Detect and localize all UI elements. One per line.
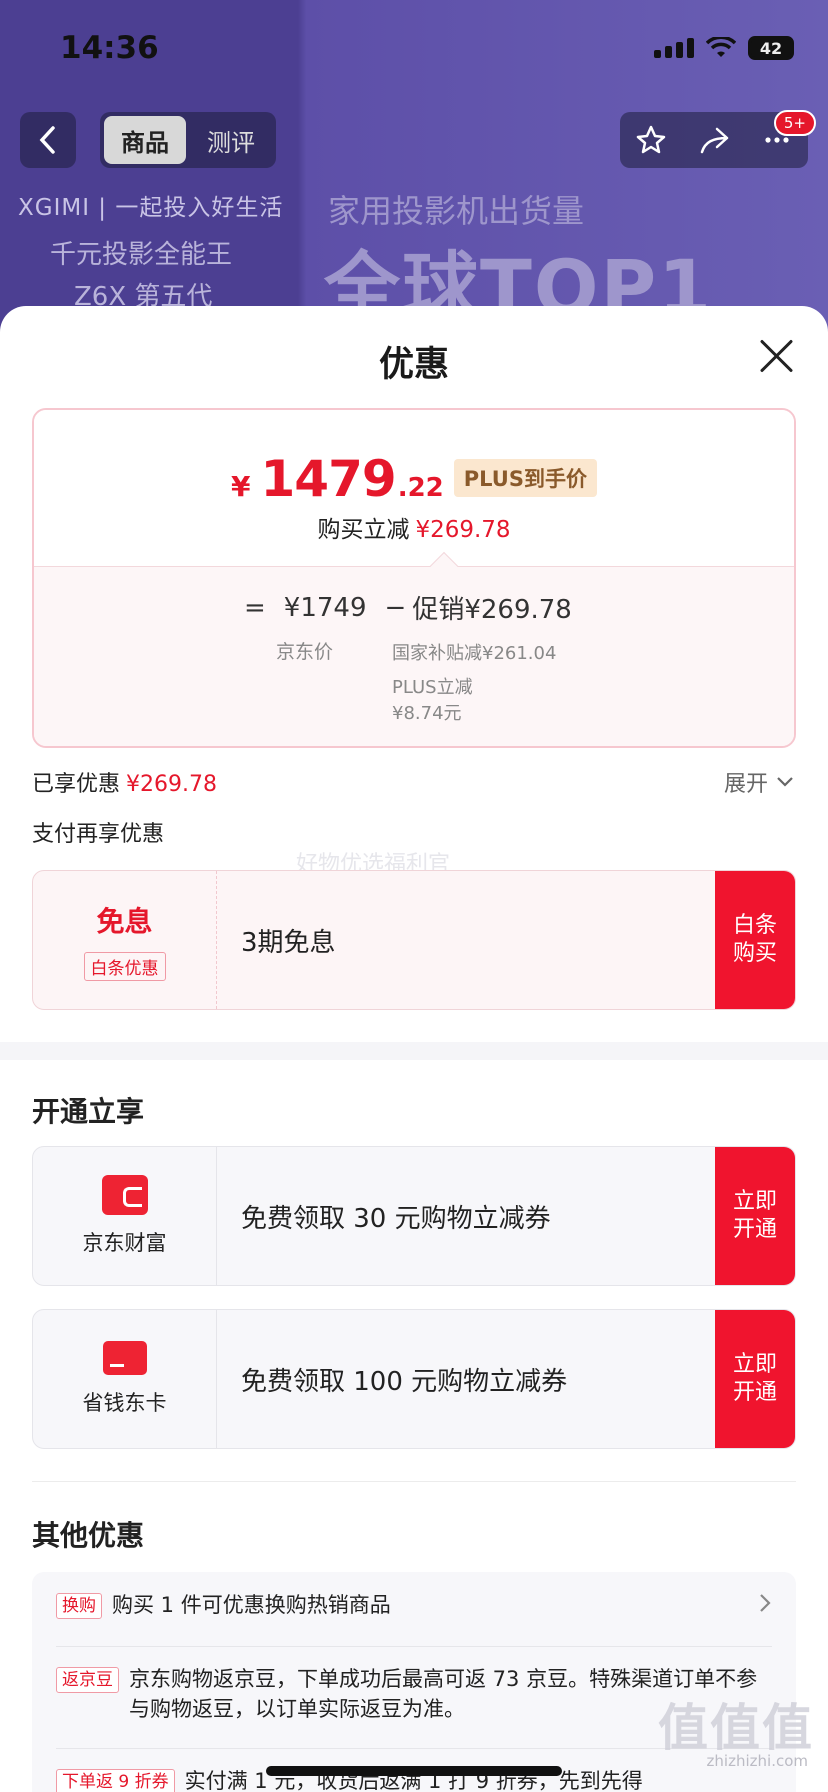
star-icon[interactable] (634, 123, 668, 157)
currency-symbol: ¥ (231, 470, 251, 503)
wallet-icon (101, 1175, 148, 1215)
tab-review[interactable]: 测评 (190, 116, 272, 164)
subsidy-label: 国家补贴减¥261.04 (392, 643, 557, 664)
site-url-watermark: zhizhizhi.com (706, 1752, 808, 1770)
saver-card-desc: 免费领取 100 元购物立减券 (241, 1366, 568, 1397)
price-breakdown-card: ¥ 1479 .22 PLUS到手价 购买立减 ¥269.78 = ¥1749 −… (32, 408, 796, 748)
chevron-left-icon (39, 126, 55, 154)
back-button[interactable] (20, 112, 76, 168)
price-formula: = ¥1749 − 促销¥269.78 (244, 589, 572, 626)
expand-label: 展开 (723, 772, 768, 797)
divider (56, 1646, 772, 1647)
close-icon[interactable] (758, 338, 794, 374)
home-indicator[interactable] (266, 1766, 562, 1776)
plus-reduction-value: ¥8.74元 (392, 703, 462, 724)
other-section-title: 其他优惠 (32, 1519, 145, 1552)
jd-price-label: 京东价 (276, 641, 334, 663)
purchase-reduction: 购买立减 ¥269.78 (34, 510, 794, 544)
wifi-icon (706, 37, 736, 57)
installment-desc: 3期免息 (241, 927, 336, 958)
reduction-label: 购买立减 (317, 517, 410, 543)
equals-sign: = (244, 592, 266, 623)
minus-sign: − (384, 592, 407, 623)
jd-finance-open-button[interactable]: 立即开通 (715, 1147, 795, 1285)
trade-in-tag: 换购 (56, 1593, 102, 1619)
pay-more-heading: 支付再享优惠 (32, 822, 165, 847)
list-item[interactable]: 换购 购买 1 件可优惠换购热销商品 (56, 1590, 772, 1620)
jd-finance-offer-card[interactable]: 京东财富 免费领取 30 元购物立减券 立即开通 (32, 1146, 796, 1286)
reduction-value: ¥269.78 (415, 517, 511, 543)
baitiao-tag: 白条优惠 (83, 951, 166, 981)
jd-finance-desc: 免费领取 30 元购物立减券 (241, 1203, 551, 1234)
baitiao-buy-button[interactable]: 白条购买 (715, 871, 795, 1009)
plus-reduction-title: PLUS立减 (392, 677, 473, 698)
trade-in-text: 购买 1 件可优惠换购热销商品 (112, 1593, 391, 1617)
battery-icon: 42 (748, 36, 794, 60)
divider (32, 1481, 796, 1482)
promo-value: 促销¥269.78 (412, 595, 572, 625)
status-bar: 14:36 42 (0, 0, 828, 100)
saver-card-open-button[interactable]: 立即开通 (715, 1310, 795, 1448)
saver-card-name: 省钱东卡 (82, 1391, 167, 1415)
enjoyed-discount: 已享优惠 ¥269.78 (32, 766, 217, 798)
sheet-title: 优惠 (378, 345, 449, 385)
discount-sheet: 优惠 ¥ 1479 .22 PLUS到手价 购买立减 ¥269.78 = ¥174… (0, 306, 828, 1792)
plus-reduction-label: PLUS立减 ¥8.74元 (392, 675, 473, 727)
card-icon (102, 1341, 147, 1375)
share-icon[interactable] (697, 123, 731, 157)
tab-product[interactable]: 商品 (104, 116, 186, 164)
coupon-tag: 下单返 9 折券 (56, 1769, 175, 1792)
section-divider (0, 1042, 828, 1060)
price-integer: 1479 (260, 450, 397, 508)
enjoyed-value: ¥269.78 (126, 772, 217, 797)
jd-price: ¥1749 (283, 592, 367, 623)
hero-subtitle: 千元投影全能王 (50, 240, 233, 270)
interest-free-title: 免息 (96, 904, 153, 938)
jd-bean-tag: 返京豆 (56, 1667, 119, 1693)
site-watermark: 值值值 (658, 1699, 814, 1757)
open-section-title: 开通立享 (32, 1095, 145, 1128)
price-decimal: .22 (397, 473, 444, 503)
expand-button[interactable]: 展开 (724, 766, 794, 798)
chevron-down-icon (777, 777, 793, 787)
status-time: 14:36 (60, 30, 159, 66)
plus-price-tag: PLUS到手价 (453, 459, 597, 497)
chevron-right-icon[interactable] (758, 1592, 772, 1614)
final-price: ¥ 1479 .22 PLUS到手价 (34, 450, 794, 508)
jd-finance-name: 京东财富 (82, 1231, 167, 1255)
brand-slogan: XGIMI | 一起投入好生活 (18, 195, 284, 221)
saver-card-offer-card[interactable]: 省钱东卡 免费领取 100 元购物立减券 立即开通 (32, 1309, 796, 1449)
baitiao-offer-card[interactable]: 免息 白条优惠 3期免息 白条购买 (32, 870, 796, 1010)
product-tab-switch: 商品 测评 (100, 112, 276, 168)
notification-badge: 5+ (773, 110, 816, 136)
enjoyed-label: 已享优惠 (32, 772, 121, 797)
cellular-signal-icon (654, 38, 694, 58)
